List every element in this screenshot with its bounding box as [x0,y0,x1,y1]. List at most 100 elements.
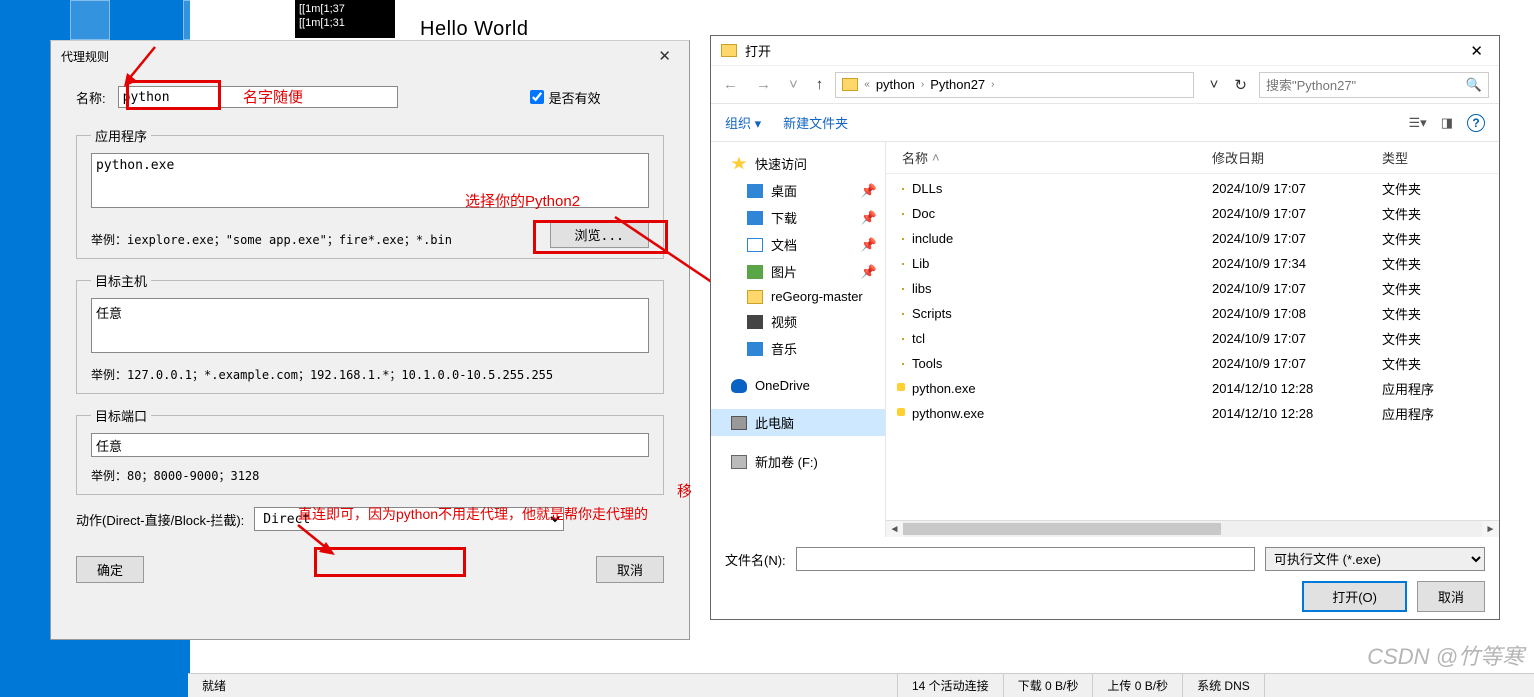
star-icon [731,157,747,171]
view-icon[interactable]: ☰▾ [1409,115,1427,131]
file-row[interactable]: python.exe2014/12/10 12:28应用程序 [886,376,1499,401]
preview-icon[interactable]: ◨ [1441,115,1453,131]
nav-up-icon[interactable]: ↑ [810,74,830,95]
file-filter-select[interactable]: 可执行文件 (*.exe) [1265,547,1485,571]
col-type[interactable]: 类型 [1382,148,1462,167]
tree-music[interactable]: 音乐 [711,335,885,362]
tree-pictures[interactable]: 图片📌 [711,258,885,285]
search-input[interactable]: 搜索"Python27" 🔍 [1259,72,1489,98]
app-example: 举例：iexplore.exe；"some app.exe"；fire*.exe… [91,231,452,248]
file-row[interactable]: libs2024/10/9 17:07文件夹 [886,276,1499,301]
tree-quick-access[interactable]: 快速访问 [711,150,885,177]
file-date: 2014/12/10 12:28 [1212,406,1382,421]
file-date: 2014/12/10 12:28 [1212,381,1382,396]
file-row[interactable]: include2024/10/9 17:07文件夹 [886,226,1499,251]
tree-downloads[interactable]: 下载📌 [711,204,885,231]
open-dialog-titlebar[interactable]: 打开 ✕ [711,36,1499,66]
breadcrumb-item[interactable]: Python27 [930,77,985,92]
file-date: 2024/10/9 17:07 [1212,231,1382,246]
tree-videos[interactable]: 视频 [711,308,885,335]
cancel-button[interactable]: 取消 [1417,581,1485,612]
filename-input[interactable] [796,547,1255,571]
host-example: 举例：127.0.0.1；*.example.com；192.168.1.*；1… [91,366,649,383]
open-button[interactable]: 打开(O) [1302,581,1407,612]
address-bar[interactable]: « python › Python27 › [835,72,1193,98]
nav-bar: ← → ˅ ↑ « python › Python27 › ˅ ↻ 搜索"Pyt… [711,66,1499,104]
scroll-right-icon[interactable]: ► [1482,524,1499,535]
nav-tree[interactable]: 快速访问 桌面📌 下载📌 文档📌 图片📌 reGeorg-master 视频 音… [711,142,886,537]
nav-back-icon[interactable]: ← [717,74,744,95]
file-type: 文件夹 [1382,279,1462,298]
file-name: pythonw.exe [912,406,984,421]
status-bar: 就绪 14 个活动连接 下载 0 B/秒 上传 0 B/秒 系统 DNS [188,673,1534,697]
breadcrumb-item[interactable]: python [876,77,915,92]
folder-icon [842,78,858,91]
file-row[interactable]: Scripts2024/10/9 17:08文件夹 [886,301,1499,326]
scroll-left-icon[interactable]: ◄ [886,524,903,535]
scroll-thumb[interactable] [903,523,1221,535]
tree-onedrive[interactable]: OneDrive [711,374,885,397]
host-input[interactable]: 任意 [91,298,649,353]
desktop-icon[interactable] [183,0,223,40]
app-fieldset: 应用程序 python.exe 举例：iexplore.exe；"some ap… [76,126,664,259]
file-row[interactable]: Doc2024/10/9 17:07文件夹 [886,201,1499,226]
file-row[interactable]: DLLs 2024/10/9 17:07文件夹 [886,176,1499,201]
pin-icon: 📌 [861,210,877,226]
name-input[interactable] [118,86,398,108]
chevron-right-icon: › [991,79,994,90]
port-fieldset: 目标端口 举例：80；8000-9000；3128 [76,406,664,495]
chevron-right-icon: « [864,79,870,90]
pin-icon: 📌 [861,183,877,199]
col-date[interactable]: 修改日期 [1212,148,1382,167]
status-dns: 系统 DNS [1183,674,1265,697]
nav-fwd-icon: → [750,74,777,95]
port-input[interactable] [91,433,649,457]
status-ready: 就绪 [188,674,898,697]
h-scrollbar[interactable]: ◄ ► [886,520,1499,537]
nav-recent-icon[interactable]: ˅ [783,74,804,95]
folder-icon [902,338,904,340]
close-icon[interactable]: ✕ [1464,42,1489,60]
file-name: Lib [912,256,929,271]
download-icon [747,211,763,225]
tree-desktop[interactable]: 桌面📌 [711,177,885,204]
help-icon[interactable]: ? [1467,114,1485,132]
dialog-titlebar[interactable]: 代理规则 ✕ [51,41,689,71]
tree-thispc[interactable]: 此电脑 [711,409,885,436]
desktop-icon[interactable] [70,0,110,40]
new-folder-button[interactable]: 新建文件夹 [783,113,848,132]
tree-documents[interactable]: 文档📌 [711,231,885,258]
action-select[interactable]: Direct [254,507,564,531]
search-icon: 🔍 [1466,77,1482,93]
refresh-icon[interactable]: ↻ [1228,74,1253,96]
file-row[interactable]: tcl2024/10/9 17:07文件夹 [886,326,1499,351]
app-input[interactable]: python.exe [91,153,649,208]
file-date: 2024/10/9 17:07 [1212,181,1382,196]
ok-button[interactable]: 确定 [76,556,144,583]
dialog-title-text: 代理规则 [61,48,109,65]
file-type: 文件夹 [1382,204,1462,223]
addr-dropdown-icon[interactable]: ˅ [1204,74,1225,95]
browse-button[interactable]: 浏览... [550,221,649,248]
cancel-button[interactable]: 取消 [596,556,664,583]
file-type: 文件夹 [1382,179,1462,198]
file-type: 文件夹 [1382,354,1462,373]
tree-regeorg[interactable]: reGeorg-master [711,285,885,308]
file-row[interactable]: pythonw.exe2014/12/10 12:28应用程序 [886,401,1499,426]
valid-checkbox-label[interactable]: 是否有效 [530,88,601,107]
search-placeholder: 搜索"Python27" [1266,75,1356,94]
status-download: 下载 0 B/秒 [1004,674,1094,697]
port-legend: 目标端口 [91,406,151,425]
valid-checkbox[interactable] [530,90,544,104]
organize-button[interactable]: 组织 ▾ [725,113,761,132]
file-row[interactable]: Lib2024/10/9 17:34文件夹 [886,251,1499,276]
folder-icon [902,213,904,215]
folder-icon [902,288,904,290]
file-name: DLLs [912,181,942,196]
file-row[interactable]: Tools2024/10/9 17:07文件夹 [886,351,1499,376]
column-header[interactable]: 名称˄ 修改日期 类型 [886,142,1499,174]
col-name[interactable]: 名称 [902,148,928,167]
tree-volume[interactable]: 新加卷 (F:) [711,448,885,475]
close-icon[interactable]: ✕ [650,47,679,65]
filename-label: 文件名(N): [725,550,786,569]
